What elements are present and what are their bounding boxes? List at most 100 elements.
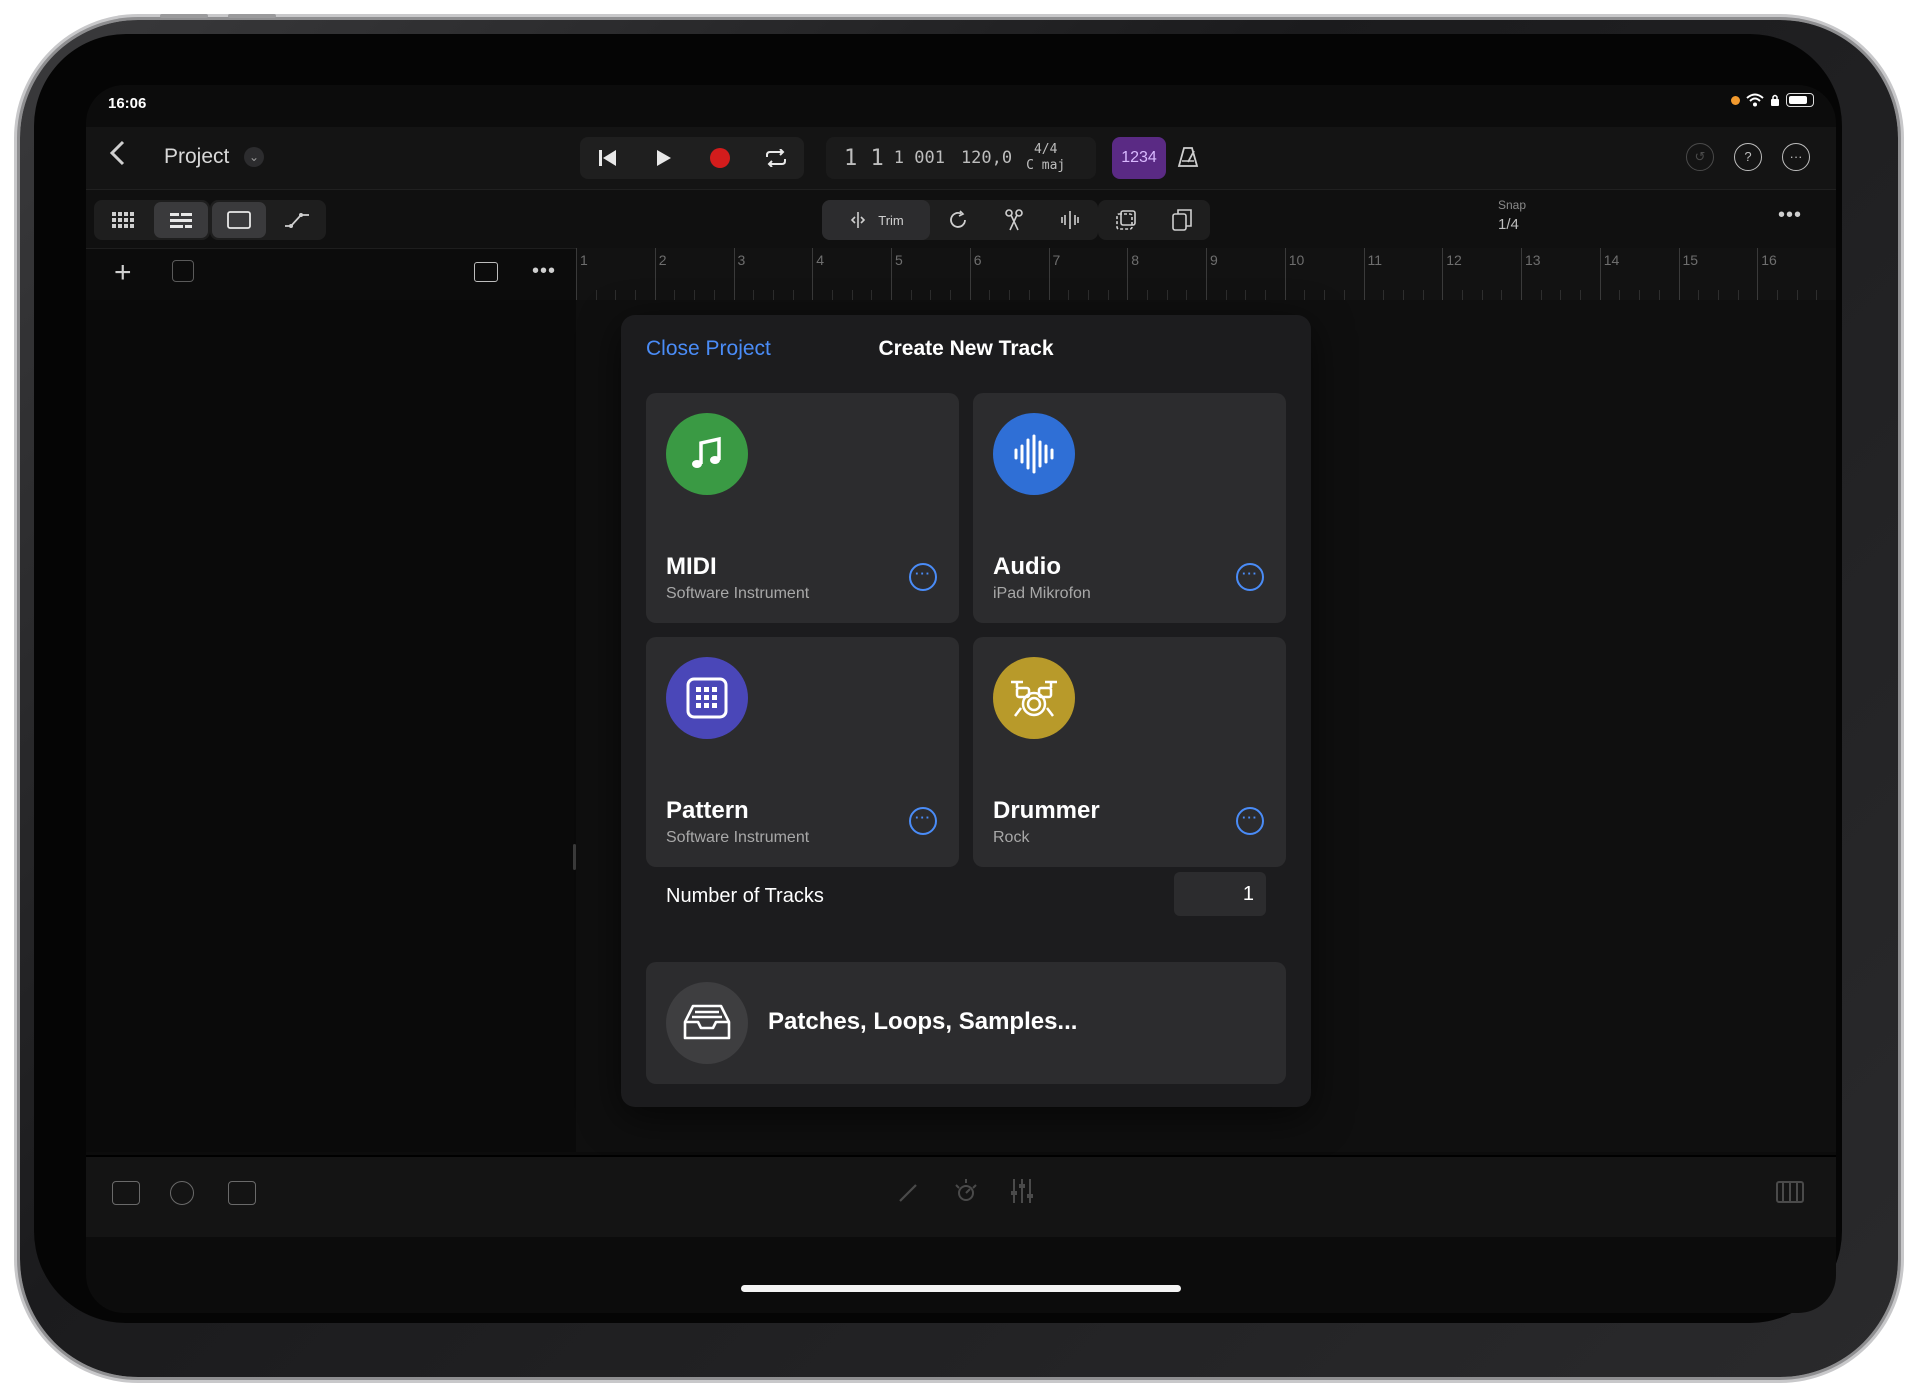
ruler-bar-line: [969, 248, 971, 300]
ruler-beat-tick: [1146, 290, 1148, 300]
region-view-button[interactable]: [212, 202, 266, 238]
trim-tool-button[interactable]: Trim: [822, 200, 930, 240]
ruler-bar-line: [1521, 248, 1522, 300]
pencil-icon[interactable]: [896, 1179, 922, 1205]
ruler-beat-tick: [831, 290, 833, 300]
undo-history-button[interactable]: ↺: [1686, 143, 1714, 171]
drum-kit-icon: [1011, 680, 1057, 717]
card-more-button[interactable]: ···: [909, 563, 937, 591]
play-button[interactable]: [644, 138, 684, 178]
copy-button[interactable]: [1154, 200, 1210, 240]
ruler-beat-tick: [1776, 290, 1778, 300]
card-more-button[interactable]: ···: [909, 807, 937, 835]
scissors-icon: [1005, 209, 1023, 231]
smart-controls-icon[interactable]: [952, 1177, 980, 1205]
ruler-beat-tick: [1698, 290, 1700, 300]
trim-icon: [851, 212, 866, 228]
join-icon: [1061, 211, 1079, 229]
ruler-beat-tick: [1383, 290, 1385, 300]
automation-button[interactable]: [270, 202, 324, 238]
lcd-key: C maj: [1026, 158, 1066, 173]
toolbar-more-button[interactable]: •••: [1778, 204, 1802, 227]
ruler-beat-tick: [1560, 290, 1562, 300]
card-icon-bg: [993, 413, 1075, 495]
inspector-icon[interactable]: [228, 1181, 256, 1205]
copy-icon: [1172, 209, 1192, 231]
ruler-beat-tick: [615, 290, 617, 300]
ruler-beat-tick: [713, 290, 715, 300]
add-track-button[interactable]: +: [114, 256, 132, 290]
duplicate-track-icon[interactable]: [172, 260, 194, 282]
cycle-button[interactable]: [756, 138, 796, 178]
track-more-button[interactable]: •••: [532, 260, 556, 283]
loop-icon: [766, 149, 786, 167]
ruler-beat-tick: [1481, 290, 1483, 300]
live-loops-grid-button[interactable]: [96, 202, 150, 238]
lcd-display[interactable]: 1 1 1 001 120,0 4/4 C maj: [826, 137, 1096, 179]
audio-track-card[interactable]: Audio iPad Mikrofon ···: [973, 393, 1286, 623]
card-subtitle: Software Instrument: [666, 585, 810, 602]
ruler-beat-tick: [1402, 290, 1404, 300]
card-icon-bg: [666, 413, 748, 495]
close-project-button[interactable]: Close Project: [646, 337, 771, 361]
ruler-bar-number: 7: [1052, 252, 1061, 268]
ruler-bar-line: [1284, 248, 1286, 300]
midi-track-card[interactable]: MIDI Software Instrument ···: [646, 393, 959, 623]
record-button[interactable]: [700, 138, 740, 178]
ruler-beat-tick: [1737, 290, 1739, 300]
ruler-beat-tick: [1107, 290, 1109, 300]
import-icon[interactable]: [474, 262, 498, 282]
ruler-bar-number: 1: [580, 252, 588, 268]
loop-tool-button[interactable]: [930, 200, 986, 240]
project-title[interactable]: Project: [164, 145, 229, 169]
track-header-toolbar: + •••: [86, 248, 572, 308]
project-menu-chevron-icon[interactable]: ⌄: [244, 147, 264, 167]
go-to-start-button[interactable]: [588, 138, 628, 178]
clipboard-tools: [1098, 200, 1210, 240]
volume-down-button: [228, 14, 276, 18]
home-indicator[interactable]: [741, 1285, 1181, 1292]
split-tool-button[interactable]: [986, 200, 1042, 240]
lcd-signature-block: 4/4 C maj: [1026, 142, 1065, 174]
select-all-button[interactable]: [1098, 200, 1154, 240]
ruler-beat-tick: [910, 290, 912, 300]
number-of-tracks-field[interactable]: 1: [1174, 872, 1266, 916]
card-more-button[interactable]: ···: [1236, 807, 1264, 835]
ruler-bar-number: 12: [1446, 252, 1462, 268]
snap-value[interactable]: 1/4: [1498, 216, 1519, 233]
card-name: Drummer: [993, 797, 1100, 824]
ruler-beat-tick: [595, 290, 597, 300]
battery-icon: [1786, 93, 1814, 107]
help-button[interactable]: ?: [1734, 143, 1762, 171]
join-tool-button[interactable]: [1042, 200, 1098, 240]
count-in-button[interactable]: 1234: [1112, 137, 1166, 179]
ruler-bar-number: 3: [737, 252, 746, 268]
metronome-button[interactable]: [1176, 145, 1206, 175]
bottom-toolbar: [86, 1155, 1836, 1237]
loop-circle-icon: [950, 210, 966, 228]
keyboard-icon[interactable]: [1776, 1181, 1804, 1203]
tracks-view-button[interactable]: [154, 202, 208, 238]
ruler-bar-line: [1127, 248, 1129, 300]
ruler-bar-number: 5: [895, 252, 903, 268]
browser-tray-icon[interactable]: [112, 1181, 140, 1205]
mixer-icon[interactable]: [1010, 1177, 1034, 1205]
info-icon[interactable]: [170, 1181, 194, 1205]
edit-tools: Trim: [822, 200, 1098, 240]
ruler-beat-tick: [1422, 290, 1424, 300]
back-button[interactable]: [108, 139, 126, 175]
ruler-bar-number: 9: [1210, 252, 1218, 268]
pane-divider-handle[interactable]: [573, 844, 576, 870]
ruler-beat-tick: [1461, 290, 1463, 300]
drummer-track-card[interactable]: Drummer Rock ···: [973, 637, 1286, 867]
more-options-button[interactable]: ···: [1782, 143, 1810, 171]
ruler-bar-line: [1757, 248, 1759, 300]
timeline-ruler[interactable]: 1 2 3 4 5 6 7 8 9 10 11 12 13 14 15 16: [576, 248, 1836, 300]
ruler-beat-tick: [1619, 290, 1621, 300]
record-icon: [710, 148, 730, 168]
patches-loops-samples-button[interactable]: Patches, Loops, Samples...: [646, 962, 1286, 1084]
card-name: Pattern: [666, 797, 749, 824]
card-more-button[interactable]: ···: [1236, 563, 1264, 591]
pattern-track-card[interactable]: Pattern Software Instrument ···: [646, 637, 959, 867]
card-icon-bg: [993, 657, 1075, 739]
